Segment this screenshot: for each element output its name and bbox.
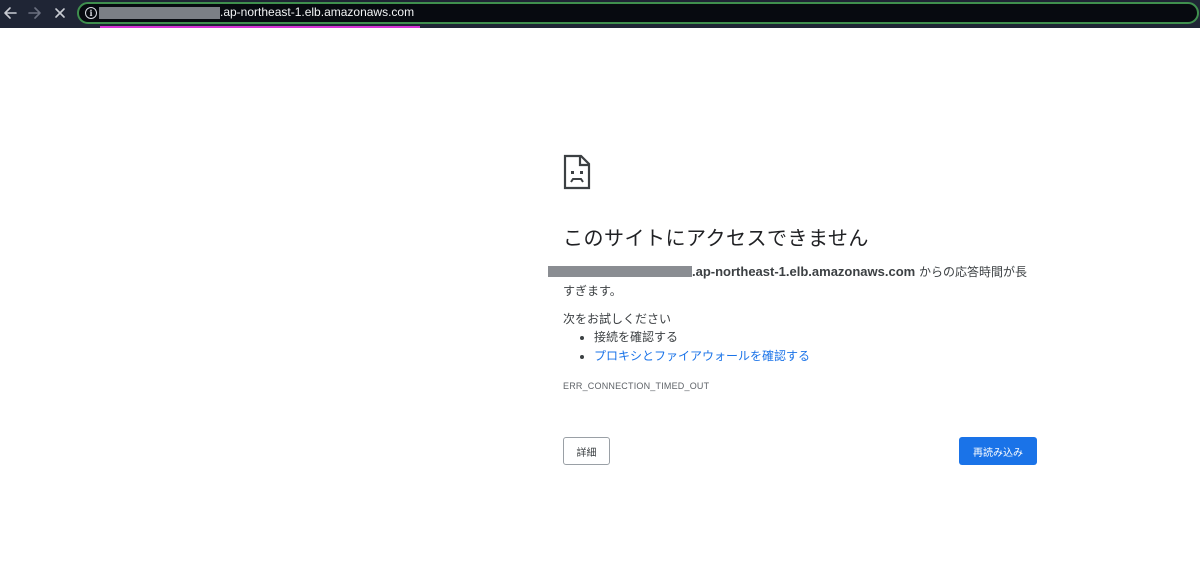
error-code: ERR_CONNECTION_TIMED_OUT [563, 381, 710, 391]
loading-progress-bar [100, 26, 420, 28]
suggestion-check-proxy-firewall-link[interactable]: プロキシとファイアウォールを確認する [594, 349, 810, 363]
error-host: .ap-northeast-1.elb.amazonaws.com [692, 264, 916, 279]
close-icon [54, 7, 66, 19]
suggestion-check-connection: 接続を確認する [594, 330, 679, 344]
bullet-icon [580, 336, 584, 340]
browser-toolbar: i .ap-northeast-1.elb.amazonaws.com [0, 0, 1200, 28]
forward-button[interactable] [25, 3, 45, 23]
site-info-icon[interactable]: i [85, 7, 97, 19]
error-title: このサイトにアクセスできません [563, 226, 869, 250]
reload-button[interactable]: 再読み込み [959, 437, 1037, 465]
list-item: 接続を確認する [577, 328, 810, 347]
arrow-right-icon [28, 6, 42, 20]
error-message: .ap-northeast-1.elb.amazonaws.com からの応答時… [548, 262, 1038, 301]
list-item: プロキシとファイアウォールを確認する [577, 347, 810, 366]
sad-page-icon [563, 154, 591, 194]
url-text[interactable]: .ap-northeast-1.elb.amazonaws.com [220, 5, 414, 20]
details-button[interactable]: 詳細 [563, 437, 610, 465]
stop-loading-button[interactable] [50, 3, 70, 23]
bullet-icon [580, 355, 584, 359]
arrow-left-icon [3, 6, 17, 20]
suggestions-heading: 次をお試しください [563, 312, 672, 326]
address-bar[interactable]: i .ap-northeast-1.elb.amazonaws.com [77, 2, 1199, 24]
suggestions-list: 接続を確認する プロキシとファイアウォールを確認する [577, 328, 810, 366]
url-redacted-block [99, 7, 220, 19]
host-redacted-block [548, 266, 692, 277]
back-button[interactable] [0, 3, 20, 23]
